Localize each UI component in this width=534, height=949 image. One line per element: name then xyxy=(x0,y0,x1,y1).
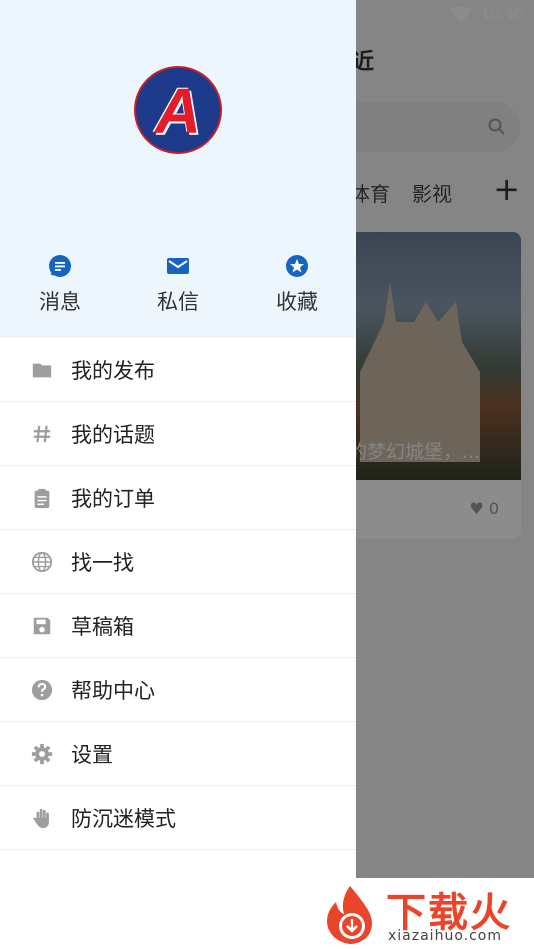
menu-item-label: 草稿箱 xyxy=(71,615,134,639)
menu-item-my-orders[interactable]: 我的订单 xyxy=(0,466,356,530)
folder-icon xyxy=(32,363,52,378)
menu-item-discover[interactable]: 找一找 xyxy=(0,530,356,594)
menu-item-help-center[interactable]: 帮助中心 xyxy=(0,658,356,722)
quick-favorites-label: 收藏 xyxy=(276,290,318,314)
menu-item-settings[interactable]: 设置 xyxy=(0,722,356,786)
menu-item-drafts[interactable]: 草稿箱 xyxy=(0,594,356,658)
star-icon xyxy=(286,255,308,277)
quick-private-messages-label: 私信 xyxy=(157,290,199,314)
quick-messages[interactable]: 消息 xyxy=(0,254,120,316)
menu-item-my-posts[interactable]: 我的发布 xyxy=(0,338,356,402)
logo-letter: A xyxy=(154,75,202,147)
menu-item-label: 防沉迷模式 xyxy=(71,807,176,831)
hashtag-icon xyxy=(33,425,51,443)
help-icon xyxy=(31,679,53,701)
menu-item-label: 我的订单 xyxy=(71,487,155,511)
watermark-url: xiazaihuo.com xyxy=(388,928,502,944)
save-icon xyxy=(33,617,51,635)
mail-icon xyxy=(167,258,189,274)
globe-icon xyxy=(31,551,53,573)
menu-item-label: 我的发布 xyxy=(71,359,155,383)
menu-item-label: 设置 xyxy=(71,743,113,767)
menu-item-label: 找一找 xyxy=(71,551,134,575)
quick-private-messages[interactable]: 私信 xyxy=(118,254,238,316)
gear-icon xyxy=(31,743,53,765)
watermark: 下载火 xiazaihuo.com xyxy=(316,878,534,949)
navigation-drawer: A 消息 私信 收藏 我的发布 我的话题 我的订单 找一找 草稿箱 帮助中心 设… xyxy=(0,0,356,949)
quick-favorites[interactable]: 收藏 xyxy=(237,254,357,316)
clipboard-icon xyxy=(34,488,50,509)
drawer-header: A 消息 私信 收藏 xyxy=(0,0,356,338)
hand-icon xyxy=(33,808,49,829)
menu-item-my-topics[interactable]: 我的话题 xyxy=(0,402,356,466)
drawer-menu: 我的发布 我的话题 我的订单 找一找 草稿箱 帮助中心 设置 防沉迷模式 xyxy=(0,338,356,850)
chat-icon xyxy=(49,255,71,277)
fire-logo-icon xyxy=(327,886,372,944)
menu-item-label: 帮助中心 xyxy=(71,679,155,703)
app-logo[interactable]: A xyxy=(134,66,222,154)
menu-item-label: 我的话题 xyxy=(71,423,155,447)
menu-item-anti-addiction[interactable]: 防沉迷模式 xyxy=(0,786,356,850)
quick-messages-label: 消息 xyxy=(39,290,81,314)
